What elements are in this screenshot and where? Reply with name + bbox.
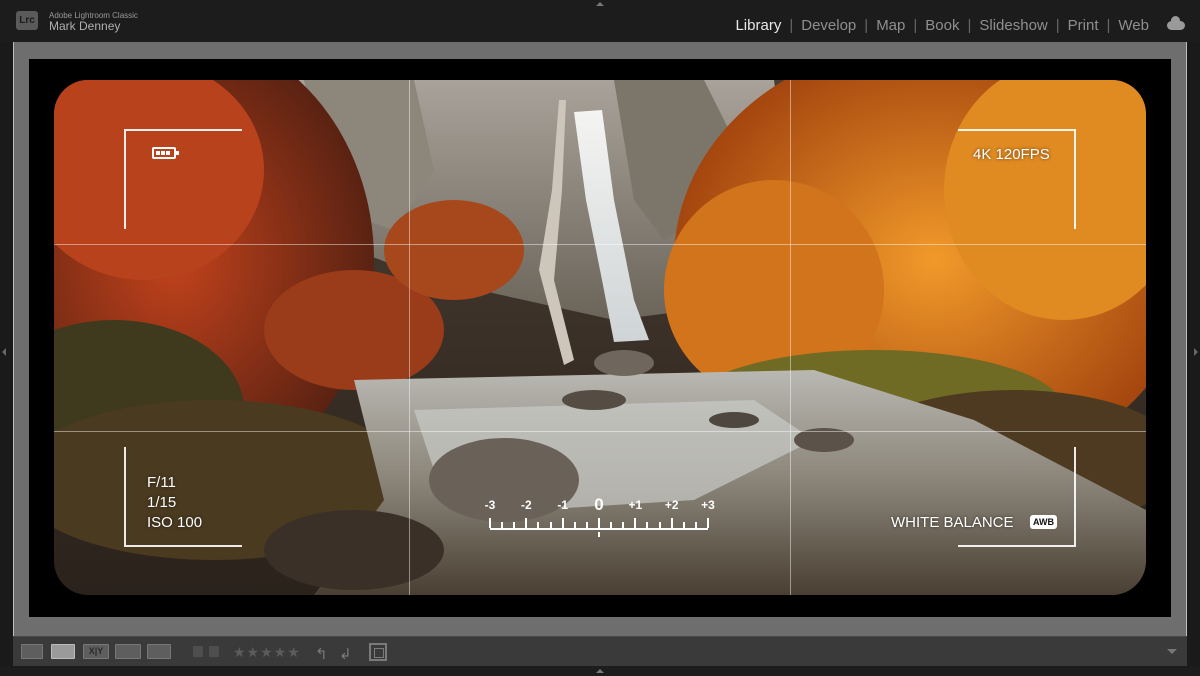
loupe-view-icon[interactable] [51,644,75,659]
module-separator: | [967,17,972,34]
rotate-left-icon[interactable]: ↰ [315,645,328,663]
module-book[interactable]: Book [924,17,960,34]
left-panel-toggle[interactable] [2,348,6,356]
user-name: Mark Denney [49,19,121,33]
bottom-toolbar: X|Y ★★★★★ ↰ ↲ [13,636,1187,666]
module-separator: | [1055,17,1060,34]
cloud-icon[interactable] [1167,16,1185,30]
flag-pick-icon[interactable] [193,646,203,657]
survey-view-icon[interactable] [115,644,141,659]
module-slideshow[interactable]: Slideshow [978,17,1048,34]
module-map[interactable]: Map [875,17,906,34]
photo-image[interactable] [54,80,1146,595]
right-panel-toggle[interactable] [1194,348,1198,356]
star-rating[interactable]: ★★★★★ [233,644,301,661]
module-separator: | [1106,17,1111,34]
lrc-logo: Lrc [16,11,38,30]
photo-illustration [54,80,1146,595]
crop-icon[interactable] [369,643,387,661]
module-separator: | [913,17,918,34]
grid-view-icon[interactable] [21,644,43,659]
top-bar: Lrc Adobe Lightroom Classic Mark Denney … [0,0,1200,42]
rotate-right-icon[interactable]: ↲ [339,645,352,663]
module-print[interactable]: Print [1067,17,1100,34]
module-web[interactable]: Web [1117,17,1150,34]
bottom-panel-toggle[interactable] [596,669,604,673]
module-library[interactable]: Library [734,17,782,34]
people-view-icon[interactable] [147,644,171,659]
compare-view-icon[interactable]: X|Y [83,644,109,659]
flag-reject-icon[interactable] [209,646,219,657]
module-develop[interactable]: Develop [800,17,857,34]
module-separator: | [864,17,869,34]
module-separator: | [789,17,794,34]
top-panel-toggle[interactable] [596,2,604,6]
module-picker: Library | Develop | Map | Book | Slideshow | Print… [734,17,1150,34]
toolbar-menu-arrow[interactable] [1167,649,1177,654]
